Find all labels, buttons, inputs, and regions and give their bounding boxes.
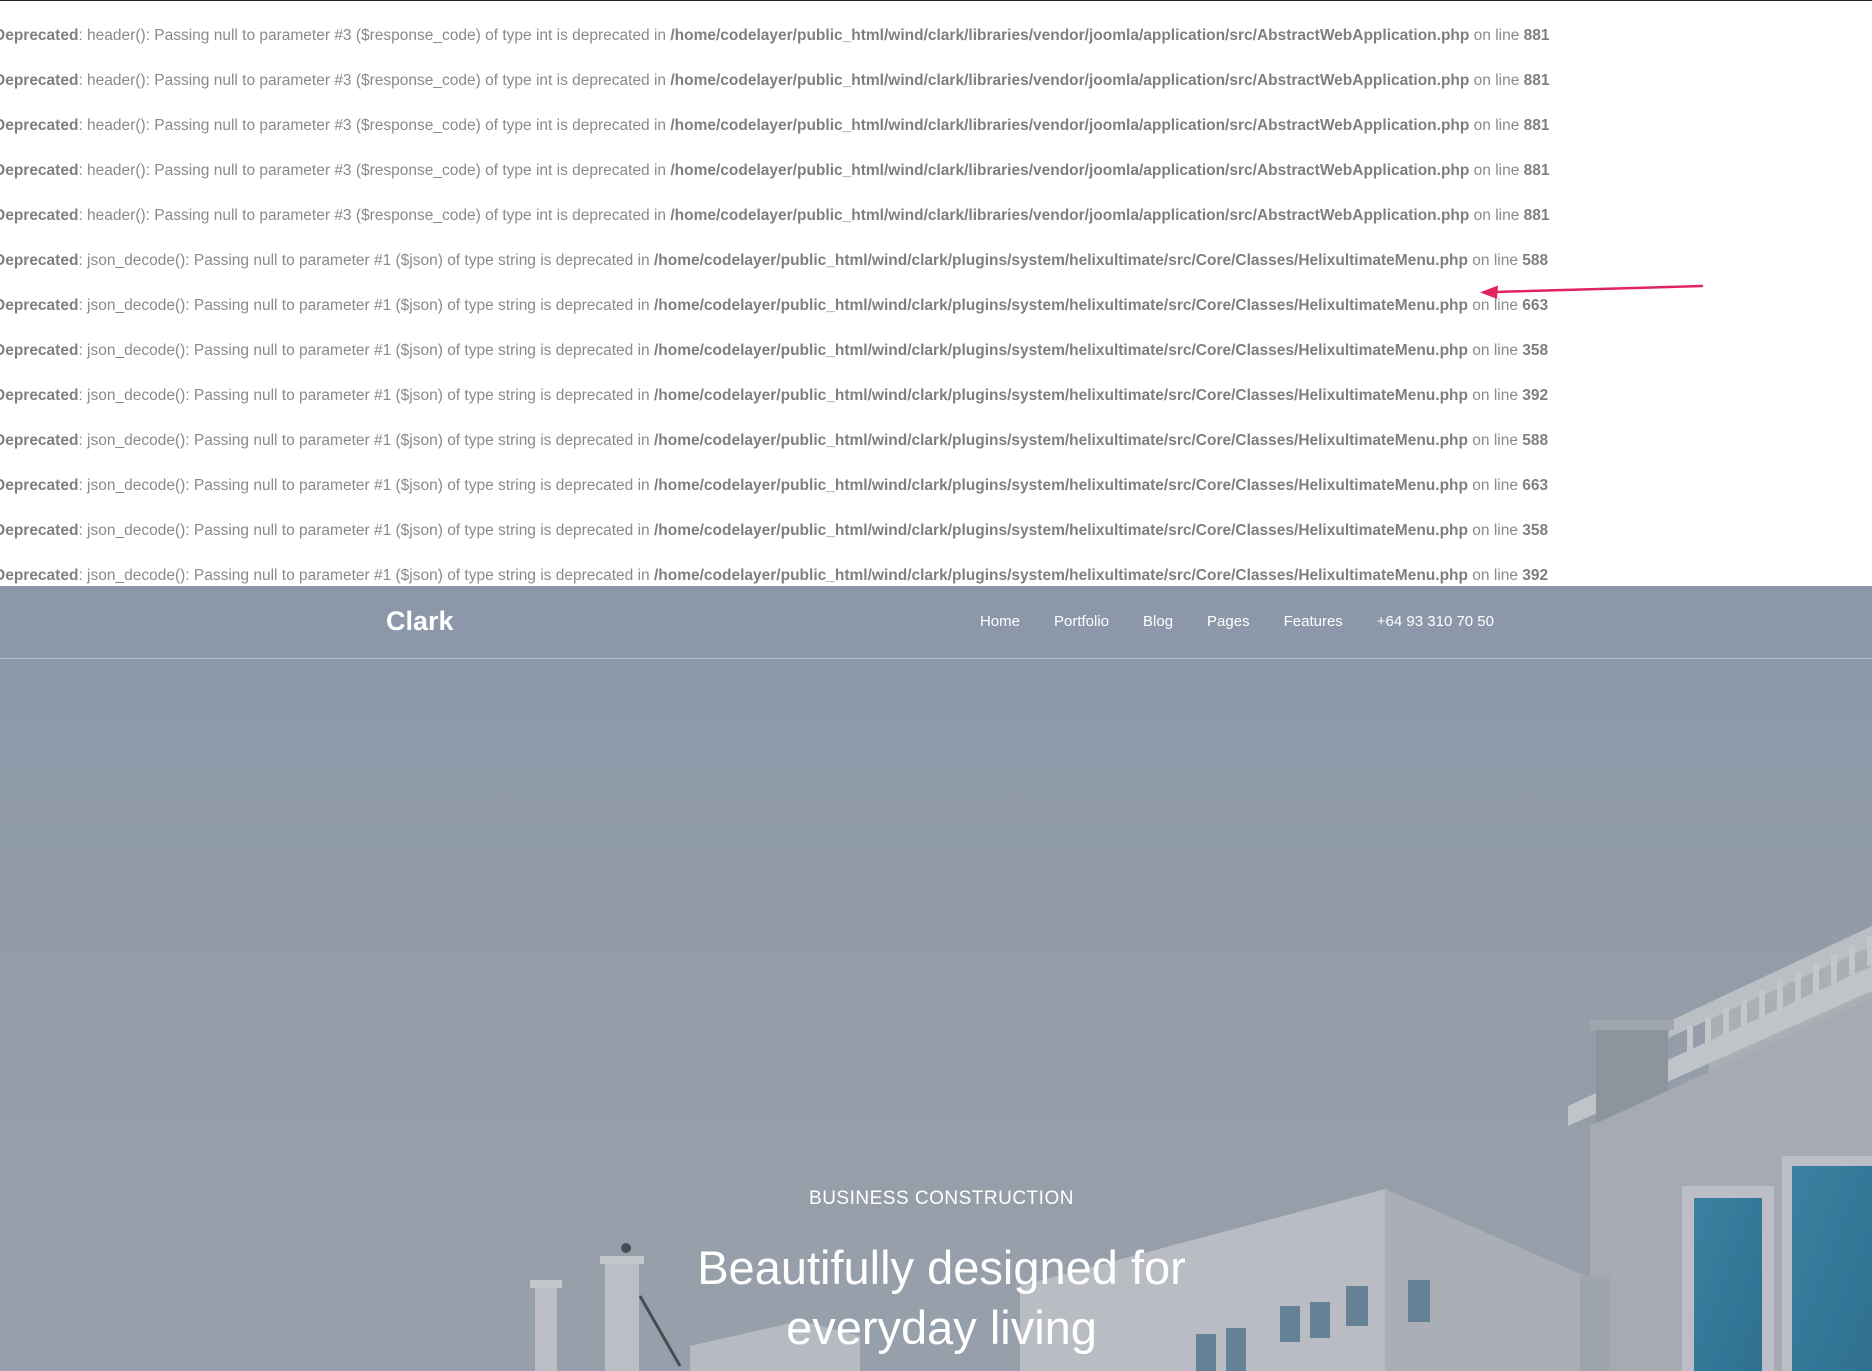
warning-file-path: /home/codelayer/public_html/wind/clark/p… bbox=[653, 342, 1468, 359]
warning-file-path: /home/codelayer/public_html/wind/clark/p… bbox=[653, 252, 1468, 269]
warning-on-line: on line bbox=[1467, 387, 1523, 404]
warning-file-path: /home/codelayer/public_html/wind/clark/p… bbox=[653, 387, 1468, 404]
warning-on-line: on line bbox=[1467, 477, 1523, 494]
arrow-left-icon bbox=[1480, 284, 1704, 299]
warning-line-number: 358 bbox=[1522, 342, 1549, 359]
hero-headline: Beautifully designed for everyday living bbox=[0, 1238, 1872, 1358]
hero-eyebrow: BUSINESS CONSTRUCTION bbox=[809, 1188, 1074, 1209]
warning-line-number: 881 bbox=[1523, 27, 1550, 44]
warning-line-number: 881 bbox=[1523, 207, 1550, 224]
warning-message: : json_decode(): Passing null to paramet… bbox=[78, 387, 654, 404]
warning-type: Deprecated bbox=[0, 342, 79, 359]
warning-type: Deprecated bbox=[0, 252, 79, 269]
nav-portfolio[interactable]: Portfolio bbox=[1054, 610, 1109, 634]
warning-file-path: /home/codelayer/public_html/wind/clark/p… bbox=[653, 567, 1468, 584]
warning-message: : header(): Passing null to parameter #3… bbox=[78, 207, 671, 224]
hero-section: Clark Home Portfolio Blog Pages Features… bbox=[0, 586, 1872, 1371]
warning-line-number: 881 bbox=[1523, 117, 1550, 134]
warning-file-path: /home/codelayer/public_html/wind/clark/l… bbox=[670, 162, 1470, 179]
warning-on-line: on line bbox=[1469, 27, 1524, 44]
deprecation-warning: Deprecated: header(): Passing null to pa… bbox=[0, 69, 1550, 93]
nav-home[interactable]: Home bbox=[980, 610, 1020, 634]
nav-features[interactable]: Features bbox=[1284, 610, 1343, 634]
warning-type: Deprecated bbox=[0, 432, 79, 449]
warning-message: : header(): Passing null to parameter #3… bbox=[78, 72, 671, 89]
warning-on-line: on line bbox=[1467, 252, 1523, 269]
warning-on-line: on line bbox=[1469, 117, 1524, 134]
nav-phone[interactable]: +64 93 310 70 50 bbox=[1377, 610, 1494, 634]
deprecation-warning: Deprecated: json_decode(): Passing null … bbox=[0, 294, 1548, 318]
warning-on-line: on line bbox=[1467, 432, 1523, 449]
warning-message: : json_decode(): Passing null to paramet… bbox=[78, 252, 654, 269]
browser-page: Deprecated: header(): Passing null to pa… bbox=[0, 0, 1872, 1371]
warning-line-number: 588 bbox=[1522, 252, 1549, 269]
warning-line-number: 663 bbox=[1522, 477, 1549, 494]
warning-type: Deprecated bbox=[0, 477, 79, 494]
warning-file-path: /home/codelayer/public_html/wind/clark/p… bbox=[653, 522, 1468, 539]
warning-on-line: on line bbox=[1469, 72, 1524, 89]
warning-message: : json_decode(): Passing null to paramet… bbox=[78, 297, 654, 314]
warning-file-path: /home/codelayer/public_html/wind/clark/p… bbox=[653, 477, 1468, 494]
site-logo[interactable]: Clark bbox=[386, 604, 454, 638]
warning-line-number: 881 bbox=[1523, 162, 1550, 179]
warning-message: : header(): Passing null to parameter #3… bbox=[78, 27, 671, 44]
warning-on-line: on line bbox=[1469, 162, 1524, 179]
warning-message: : json_decode(): Passing null to paramet… bbox=[78, 567, 654, 584]
warning-type: Deprecated bbox=[0, 207, 79, 224]
deprecation-warning: Deprecated: header(): Passing null to pa… bbox=[0, 159, 1550, 183]
site-navbar: Clark Home Portfolio Blog Pages Features… bbox=[0, 586, 1872, 659]
warning-file-path: /home/codelayer/public_html/wind/clark/l… bbox=[670, 27, 1470, 44]
warning-line-number: 392 bbox=[1522, 387, 1549, 404]
warning-message: : json_decode(): Passing null to paramet… bbox=[78, 342, 654, 359]
warning-file-path: /home/codelayer/public_html/wind/clark/l… bbox=[670, 207, 1470, 224]
warning-message: : header(): Passing null to parameter #3… bbox=[78, 117, 671, 134]
deprecation-warning: Deprecated: json_decode(): Passing null … bbox=[0, 249, 1548, 273]
warning-line-number: 392 bbox=[1522, 567, 1549, 584]
warning-message: : json_decode(): Passing null to paramet… bbox=[78, 477, 654, 494]
warning-on-line: on line bbox=[1467, 522, 1523, 539]
warning-type: Deprecated bbox=[0, 117, 79, 134]
warning-file-path: /home/codelayer/public_html/wind/clark/p… bbox=[653, 297, 1468, 314]
nav-pages[interactable]: Pages bbox=[1207, 610, 1250, 634]
deprecation-warning: Deprecated: json_decode(): Passing null … bbox=[0, 429, 1548, 453]
deprecation-warning: Deprecated: header(): Passing null to pa… bbox=[0, 204, 1550, 228]
warning-line-number: 881 bbox=[1523, 72, 1550, 89]
deprecation-warning: Deprecated: json_decode(): Passing null … bbox=[0, 339, 1548, 363]
warning-type: Deprecated bbox=[0, 27, 79, 44]
warning-file-path: /home/codelayer/public_html/wind/clark/l… bbox=[670, 117, 1470, 134]
warning-type: Deprecated bbox=[0, 297, 79, 314]
warning-file-path: /home/codelayer/public_html/wind/clark/l… bbox=[670, 72, 1470, 89]
warning-line-number: 588 bbox=[1522, 432, 1549, 449]
warning-message: : json_decode(): Passing null to paramet… bbox=[78, 522, 654, 539]
hero-headline-line1: Beautifully designed for bbox=[697, 1241, 1186, 1294]
warning-type: Deprecated bbox=[0, 567, 79, 584]
deprecation-warning: Deprecated: json_decode(): Passing null … bbox=[0, 564, 1548, 588]
warning-type: Deprecated bbox=[0, 162, 79, 179]
deprecation-warning: Deprecated: json_decode(): Passing null … bbox=[0, 519, 1548, 543]
warning-type: Deprecated bbox=[0, 72, 79, 89]
warning-message: : json_decode(): Passing null to paramet… bbox=[78, 432, 654, 449]
deprecation-warning: Deprecated: header(): Passing null to pa… bbox=[0, 114, 1550, 138]
nav-blog[interactable]: Blog bbox=[1143, 610, 1173, 634]
deprecation-warning: Deprecated: json_decode(): Passing null … bbox=[0, 474, 1548, 498]
warning-line-number: 358 bbox=[1522, 522, 1549, 539]
warning-file-path: /home/codelayer/public_html/wind/clark/p… bbox=[653, 432, 1468, 449]
warning-on-line: on line bbox=[1469, 207, 1524, 224]
warning-on-line: on line bbox=[1467, 567, 1523, 584]
warning-on-line: on line bbox=[1467, 342, 1523, 359]
warning-type: Deprecated bbox=[0, 387, 79, 404]
top-border bbox=[0, 0, 1872, 1]
deprecation-warning: Deprecated: header(): Passing null to pa… bbox=[0, 24, 1550, 48]
main-nav: Home Portfolio Blog Pages Features +64 9… bbox=[946, 610, 1494, 634]
warning-type: Deprecated bbox=[0, 522, 79, 539]
warning-message: : header(): Passing null to parameter #3… bbox=[78, 162, 671, 179]
deprecation-warning: Deprecated: json_decode(): Passing null … bbox=[0, 384, 1548, 408]
hero-headline-line2: everyday living bbox=[786, 1301, 1097, 1354]
